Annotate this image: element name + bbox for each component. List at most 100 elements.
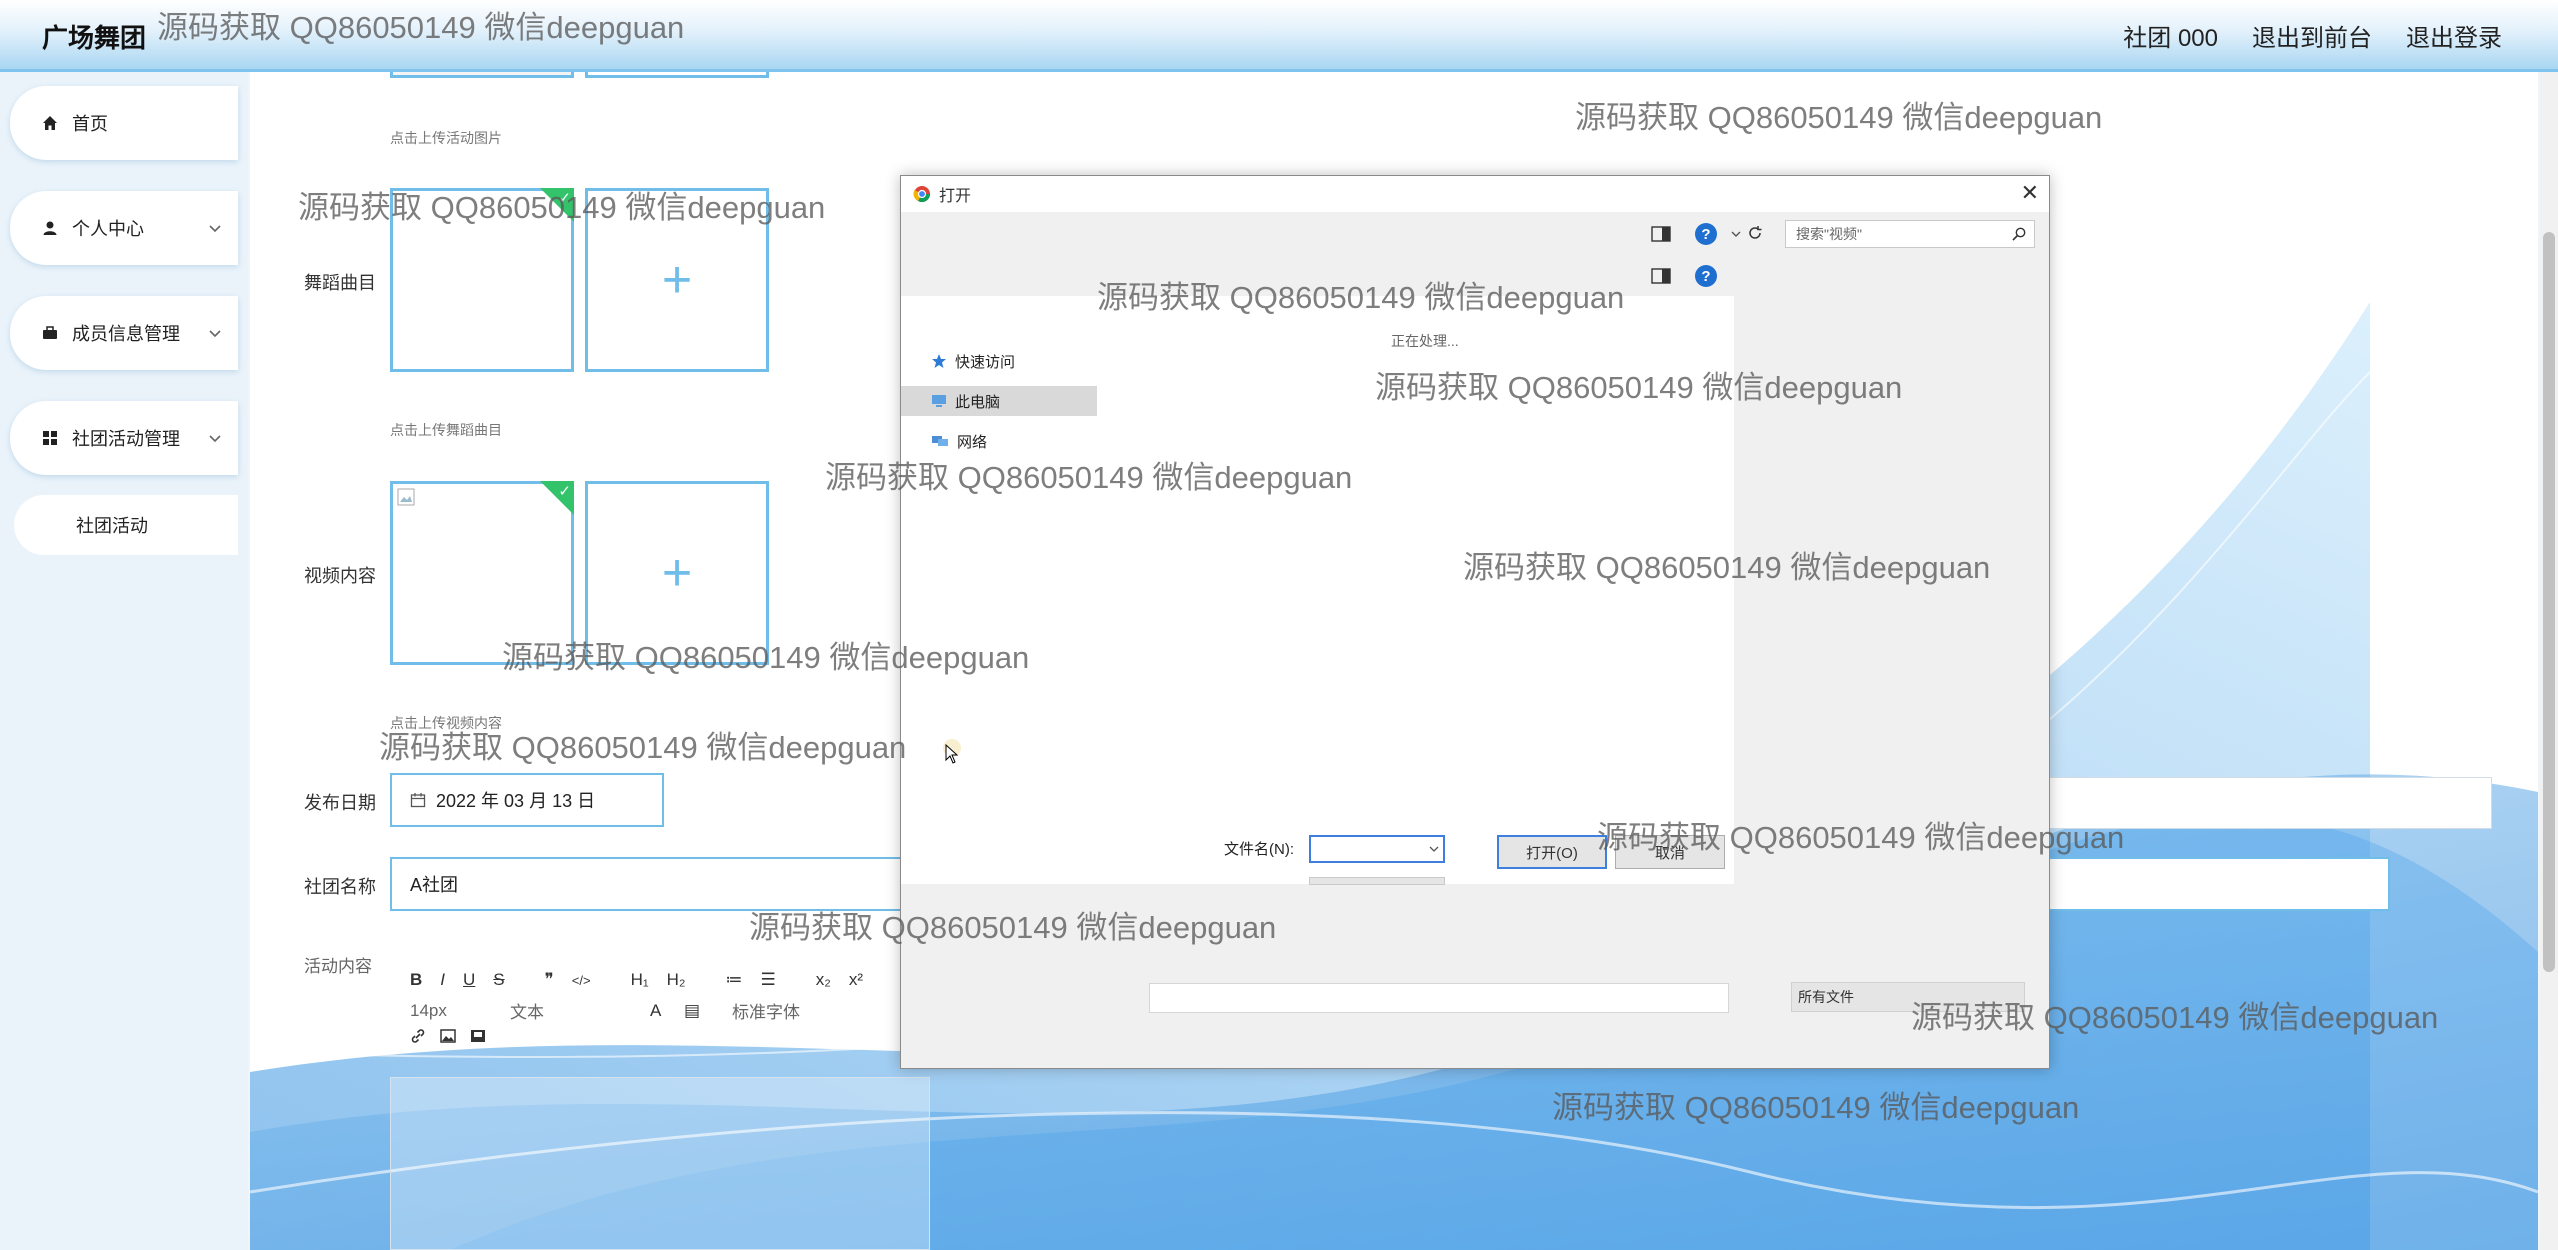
broken-image-icon (397, 488, 415, 506)
watermark: 源码获取 QQ86050149 微信deepguan (1463, 550, 1991, 585)
filetype-value: 所有文件 (1798, 989, 1854, 1005)
computer-icon (931, 394, 947, 408)
user-icon (40, 218, 60, 238)
h1-button[interactable]: H₁ (631, 970, 649, 990)
sidebar-item-label: 社团活动管理 (72, 429, 180, 449)
chrome-icon (913, 185, 931, 203)
watermark: 源码获取 QQ86050149 微信deepguan (1597, 820, 2125, 855)
chevron-down-icon (208, 218, 222, 239)
watermark: 源码获取 QQ86050149 微信deepguan (157, 10, 685, 45)
plus-icon: + (661, 544, 693, 602)
label-date: 发布日期 (304, 793, 376, 813)
logout-link[interactable]: 退出登录 (2406, 18, 2502, 53)
watermark: 源码获取 QQ86050149 微信deepguan (1375, 370, 1903, 405)
scrollbar-thumb[interactable] (2543, 232, 2555, 972)
dialog-titlebar: 打开 ✕ (901, 176, 2049, 212)
close-icon[interactable]: ✕ (2021, 180, 2039, 206)
filetype-partial-combo[interactable] (1309, 877, 1445, 885)
grid-icon (40, 428, 60, 448)
image-icon[interactable] (440, 1028, 456, 1049)
bullet-list-button[interactable]: ☰ (761, 970, 776, 990)
filename-label: 文件名(N): (1224, 841, 1294, 858)
search-placeholder: 搜索"视频" (1796, 226, 1862, 242)
check-icon: ✓ (558, 483, 571, 500)
watermark: 源码获取 QQ86050149 微信deepguan (379, 730, 907, 765)
watermark: 源码获取 QQ86050149 微信deepguan (1097, 280, 1625, 315)
sidebar-item-profile[interactable]: 个人中心 (10, 191, 238, 265)
date-picker-input[interactable]: 2022 年 03 月 13 日 (390, 773, 664, 827)
back-to-front-link[interactable]: 退出到前台 (2252, 18, 2372, 53)
sidebar-subitem-label: 社团活动 (76, 516, 148, 536)
help-icon[interactable]: ? (1695, 265, 1717, 287)
font-family-select[interactable]: 标准字体 (732, 998, 800, 1023)
chevron-down-icon (208, 428, 222, 449)
home-icon (40, 113, 60, 133)
dialog-search-input[interactable]: 搜索"视频" (1785, 220, 2035, 248)
video-icon[interactable] (470, 1028, 486, 1049)
help-icon[interactable]: ? (1695, 223, 1717, 245)
refresh-icon[interactable] (1747, 225, 1763, 241)
chevron-down-icon (1429, 846, 1439, 852)
italic-button[interactable]: I (440, 970, 445, 990)
h2-button[interactable]: H₂ (667, 970, 686, 990)
path-field[interactable] (1149, 983, 1729, 1013)
watermark: 源码获取 QQ86050149 微信deepguan (298, 190, 826, 225)
font-size-select[interactable]: 14px (410, 1001, 510, 1021)
nav-item-label: 此电脑 (955, 393, 1001, 411)
superscript-button[interactable]: x² (849, 970, 863, 990)
preview-pane-icon[interactable] (1651, 226, 1671, 242)
hint-activity-image: 点击上传活动图片 (390, 130, 502, 146)
mouse-cursor-icon (945, 744, 959, 764)
label-video: 视频内容 (304, 566, 376, 586)
background-color-button[interactable]: ▤ (684, 1001, 732, 1021)
nav-quick-access[interactable]: 快速访问 (901, 346, 1097, 376)
watermark: 源码获取 QQ86050149 微信deepguan (502, 640, 1030, 675)
dialog-title: 打开 (939, 188, 972, 205)
upload-tile-partial[interactable] (585, 72, 769, 78)
star-icon (931, 353, 947, 369)
calendar-icon (410, 792, 426, 808)
underline-button[interactable]: U (463, 970, 475, 990)
chevron-down-icon[interactable] (1731, 228, 1741, 240)
dialog-nav-pane: 快速访问 此电脑 网络 (901, 296, 1097, 884)
sidebar-item-activities[interactable]: 社团活动管理 (10, 401, 238, 475)
link-icon[interactable] (410, 1028, 426, 1049)
subscript-button[interactable]: x₂ (816, 970, 831, 990)
watermark: 源码获取 QQ86050149 微信deepguan (1552, 1090, 2080, 1125)
bold-button[interactable]: B (410, 970, 422, 990)
label-club-name: 社团名称 (304, 877, 376, 897)
plus-icon: + (661, 251, 693, 309)
page-scrollbar[interactable] (2540, 72, 2558, 1250)
sidebar-subitem-club-activity[interactable]: 社团活动 (14, 495, 238, 555)
nav-this-pc[interactable]: 此电脑 (901, 386, 1097, 416)
preview-pane-icon[interactable] (1651, 268, 1671, 284)
editor-toolbar: B I U S ❞ </> H₁ H₂ ≔ ☰ x₂ x² 14px 文本 A … (390, 962, 970, 1072)
top-nav: 社团 000 退出到前台 退出登录 (2123, 18, 2502, 53)
filename-combobox[interactable] (1309, 835, 1445, 863)
text-style-select[interactable]: 文本 (510, 998, 650, 1023)
rich-text-editor-area[interactable] (390, 1077, 930, 1250)
sidebar-item-home[interactable]: 首页 (10, 86, 238, 160)
club-account-link[interactable]: 社团 000 (2123, 18, 2218, 53)
processing-status: 正在处理... (1391, 333, 1459, 349)
strike-button[interactable]: S (493, 970, 504, 990)
briefcase-icon (40, 323, 60, 343)
network-icon (931, 434, 949, 448)
date-value: 2022 年 03 月 13 日 (436, 791, 596, 811)
nav-item-label: 网络 (957, 433, 988, 451)
font-color-button[interactable]: A (650, 1001, 684, 1021)
ordered-list-button[interactable]: ≔ (726, 970, 743, 990)
open-button[interactable]: 打开(O) (1497, 835, 1607, 869)
sidebar-item-members[interactable]: 成员信息管理 (10, 296, 238, 370)
sidebar-item-label: 个人中心 (72, 219, 144, 239)
label-dance-track: 舞蹈曲目 (304, 273, 376, 293)
code-button[interactable]: </> (572, 973, 591, 988)
watermark: 源码获取 QQ86050149 微信deepguan (1575, 100, 2103, 135)
sidebar-item-label: 首页 (72, 114, 108, 134)
sidebar-item-label: 成员信息管理 (72, 324, 180, 344)
upload-tile-partial[interactable] (390, 72, 574, 78)
hint-dance-track: 点击上传舞蹈曲目 (390, 422, 502, 438)
watermark: 源码获取 QQ86050149 微信deepguan (1911, 1000, 2439, 1035)
quote-button[interactable]: ❞ (545, 970, 554, 990)
club-name-value: A社团 (410, 875, 459, 895)
